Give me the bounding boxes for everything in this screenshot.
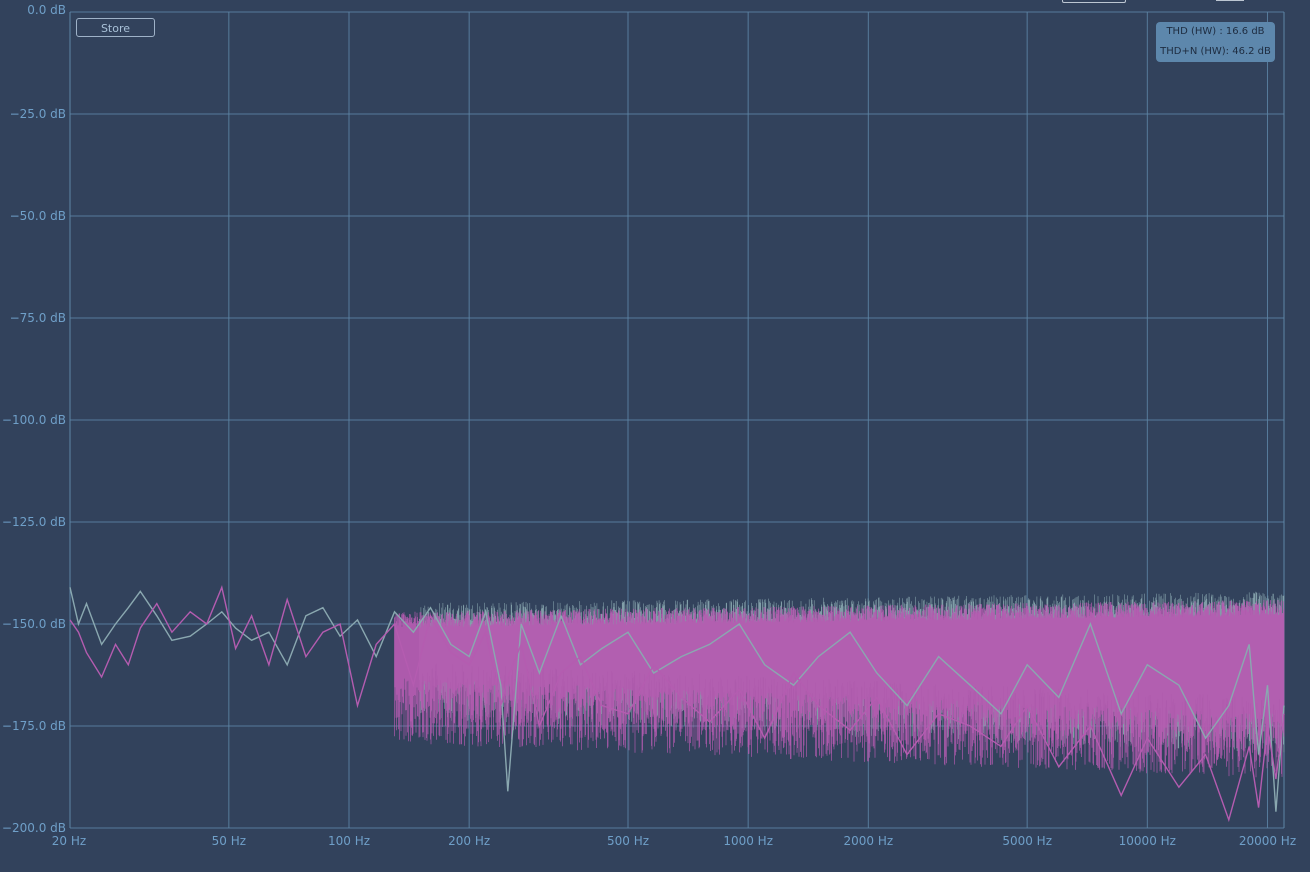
spectrum-plot: 0.0 dB −25.0 dB −50.0 dB −75.0 dB −100.0 dB −… [2,3,1296,848]
x-tick-label: 5000 Hz [1002,834,1052,848]
y-tick-label: 0.0 dB [27,3,66,17]
top-control-small[interactable] [1216,0,1244,1]
x-tick-label: 20000 Hz [1239,834,1296,848]
thd-readout: THD (HW) : 16.6 dB [1166,26,1265,37]
x-tick-label: 100 Hz [328,834,370,848]
y-tick-label: −25.0 dB [10,107,66,121]
x-tick-label: 50 Hz [212,834,246,848]
y-tick-label: −50.0 dB [10,209,66,223]
x-tick-label: 200 Hz [448,834,490,848]
y-tick-label: −75.0 dB [10,311,66,325]
thdn-readout: THD+N (HW): 46.2 dB [1160,46,1271,57]
x-tick-label: 2000 Hz [843,834,893,848]
store-button[interactable]: Store [76,18,155,37]
x-tick-label: 10000 Hz [1119,834,1176,848]
x-tick-label: 500 Hz [607,834,649,848]
y-tick-label: −175.0 dB [2,719,66,733]
plot-series [69,584,1285,823]
x-tick-label: 1000 Hz [723,834,773,848]
y-tick-label: −150.0 dB [2,617,66,631]
y-axis-labels: 0.0 dB −25.0 dB −50.0 dB −75.0 dB −100.0 dB −… [2,3,66,835]
y-tick-label: −100.0 dB [2,413,66,427]
x-axis-labels: 20 Hz 50 Hz 100 Hz 200 Hz 500 Hz 1000 Hz 2000 … [52,834,1296,848]
thd-readout-panel: THD (HW) : 16.6 dB THD+N (HW): 46.2 dB [1156,22,1275,62]
x-tick-label: 20 Hz [52,834,86,848]
top-control-box[interactable] [1062,0,1126,3]
series-magenta-noise [394,600,1285,778]
y-tick-label: −125.0 dB [2,515,66,529]
y-tick-label: −200.0 dB [2,821,66,835]
